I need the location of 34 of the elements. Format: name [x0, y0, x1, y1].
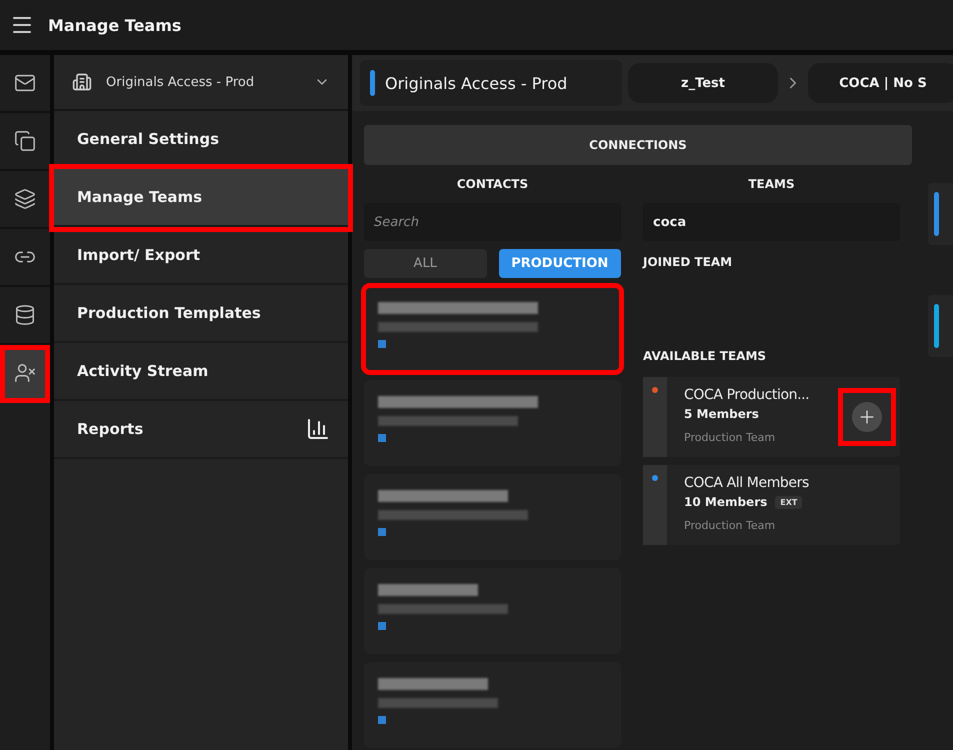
breadcrumb-tab[interactable]: z_Test	[628, 63, 778, 103]
redacted-contact-card[interactable]	[364, 474, 621, 560]
member-count: 5 Members	[684, 407, 759, 421]
redacted-contact-card[interactable]	[364, 380, 621, 466]
filter-button[interactable]: ALL	[364, 249, 486, 278]
redacted-contact-card[interactable]	[364, 662, 621, 748]
team-name: COCA Production...	[684, 386, 810, 405]
teams-title: TEAMS	[747, 176, 796, 193]
redacted-contact-card[interactable]	[364, 286, 621, 372]
contacts-title: CONTACTS	[456, 176, 530, 193]
building-icon	[72, 72, 92, 92]
database-icon	[14, 304, 36, 326]
add-button[interactable]	[852, 402, 882, 432]
member-count: 10 Members	[684, 495, 768, 509]
workspace-tab[interactable]: Originals Access - Prod	[360, 60, 622, 106]
copy-icon	[14, 130, 36, 152]
mail-icon	[14, 72, 36, 94]
team-type: Production Team	[684, 431, 776, 444]
search-field[interactable]: Search	[364, 203, 621, 241]
layers-icon	[14, 188, 36, 210]
team-card[interactable]: COCA All Members 10 Members EXT Production Team	[643, 465, 900, 545]
ext-tag: EXT	[775, 496, 802, 508]
joined-team-heading: JOINED TEAM	[643, 254, 734, 271]
user-x-icon	[14, 362, 36, 384]
connections-header: CONNECTIONS	[364, 125, 912, 165]
team-type: Production Team	[684, 519, 776, 532]
team-card[interactable]: COCA Production... 5 Members Production Team	[643, 377, 900, 457]
page-title: Manage Teams	[48, 16, 182, 34]
breadcrumb-tab[interactable]: COCA | No S	[808, 63, 953, 103]
team-name: COCA All Members	[684, 474, 810, 493]
redacted-contact-card[interactable]	[364, 568, 621, 654]
available-teams-heading: AVAILABLE TEAMS	[643, 348, 768, 365]
team-search-field[interactable]: coca	[643, 203, 900, 241]
bar-chart-icon	[306, 417, 330, 441]
